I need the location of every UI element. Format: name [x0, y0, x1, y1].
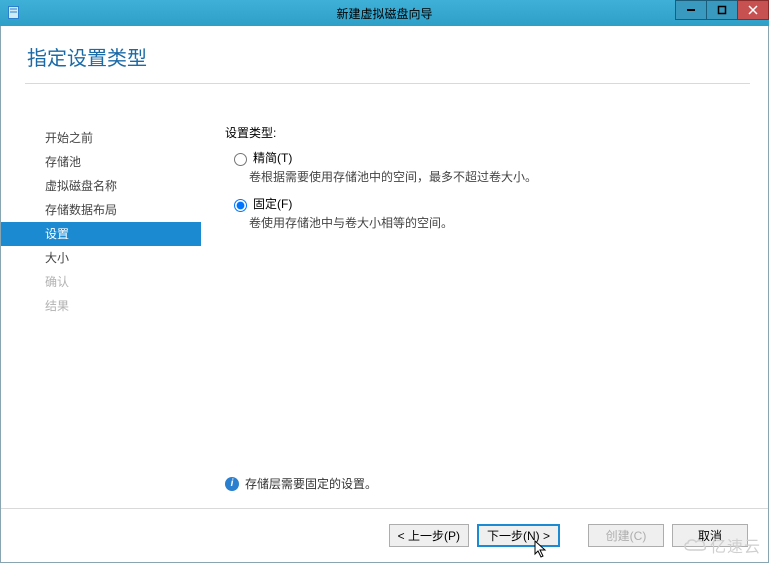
window-title: 新建虚拟磁盘向导 — [0, 5, 769, 22]
option-thin-description: 卷根据需要使用存储池中的空间，最多不超过卷大小。 — [249, 168, 740, 185]
footer: < 上一步(P) 下一步(N) > 创建(C) 取消 — [1, 508, 768, 562]
window-controls — [676, 0, 769, 20]
wizard-nav: 开始之前 存储池 虚拟磁盘名称 存储数据布局 设置 大小 确认 结果 — [1, 120, 201, 508]
settings-panel: 设置类型: 精简(T) 卷根据需要使用存储池中的空间，最多不超过卷大小。 固定(… — [201, 120, 768, 508]
radio-fixed[interactable] — [234, 199, 247, 212]
panel-title: 设置类型: — [225, 124, 740, 141]
content-area: 指定设置类型 开始之前 存储池 虚拟磁盘名称 存储数据布局 设置 大小 确认 结… — [0, 26, 769, 563]
minimize-icon — [686, 5, 696, 15]
info-icon: i — [225, 477, 239, 491]
nav-item-settings[interactable]: 设置 — [1, 222, 201, 246]
close-icon — [748, 5, 758, 15]
nav-item-layout[interactable]: 存储数据布局 — [1, 198, 201, 222]
minimize-button[interactable] — [675, 0, 707, 20]
maximize-icon — [717, 5, 727, 15]
nav-item-name[interactable]: 虚拟磁盘名称 — [1, 174, 201, 198]
info-text: 存储层需要固定的设置。 — [245, 475, 377, 492]
cancel-button[interactable]: 取消 — [672, 524, 748, 547]
option-fixed-label: 固定(F) — [253, 195, 292, 212]
next-button[interactable]: 下一步(N) > — [477, 524, 560, 547]
page-heading: 指定设置类型 — [1, 26, 768, 83]
nav-item-results: 结果 — [1, 294, 201, 318]
option-thin-label: 精简(T) — [253, 149, 292, 166]
prev-button[interactable]: < 上一步(P) — [389, 524, 469, 547]
maximize-button[interactable] — [706, 0, 738, 20]
radio-thin[interactable] — [234, 153, 247, 166]
body: 开始之前 存储池 虚拟磁盘名称 存储数据布局 设置 大小 确认 结果 设置类型:… — [1, 120, 768, 508]
divider — [25, 83, 750, 84]
option-thin[interactable]: 精简(T) — [229, 149, 740, 166]
nav-item-size[interactable]: 大小 — [1, 246, 201, 270]
title-bar: 新建虚拟磁盘向导 — [0, 0, 769, 26]
info-message: i 存储层需要固定的设置。 — [225, 475, 377, 492]
option-fixed[interactable]: 固定(F) — [229, 195, 740, 212]
nav-item-confirm: 确认 — [1, 270, 201, 294]
nav-item-pool[interactable]: 存储池 — [1, 150, 201, 174]
option-fixed-description: 卷使用存储池中与卷大小相等的空间。 — [249, 214, 740, 231]
nav-item-before[interactable]: 开始之前 — [1, 126, 201, 150]
close-button[interactable] — [737, 0, 769, 20]
app-icon — [6, 5, 22, 21]
create-button: 创建(C) — [588, 524, 664, 547]
